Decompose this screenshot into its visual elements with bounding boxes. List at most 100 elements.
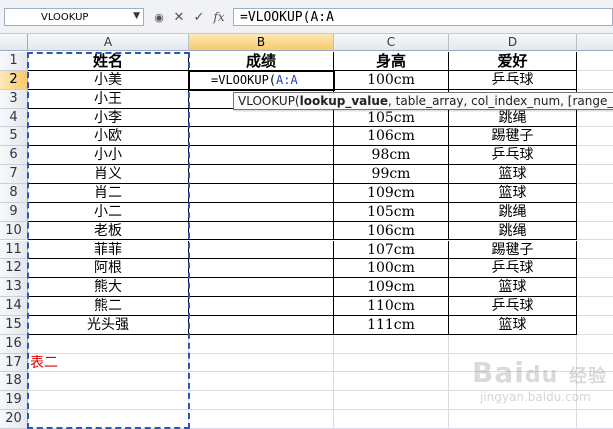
cell[interactable] [577, 184, 613, 203]
cell[interactable] [28, 391, 189, 411]
tooltip-current-arg[interactable]: lookup_value [300, 94, 388, 108]
height-cell[interactable]: 109cm [334, 278, 449, 298]
cell[interactable] [449, 410, 577, 429]
enter-icon[interactable]: ✓ [192, 10, 206, 25]
hobby-cell[interactable]: 跳绳 [449, 221, 577, 241]
height-cell[interactable]: 105cm [334, 108, 449, 128]
hobby-cell[interactable]: 跳绳 [449, 108, 577, 128]
cell[interactable] [189, 297, 334, 316]
name-box-dropdown-icon[interactable]: ▼ [133, 11, 140, 21]
name-cell[interactable]: 肖义 [28, 165, 189, 184]
dropdown-circle-icon[interactable]: ◉ [152, 11, 166, 24]
cell[interactable] [28, 334, 189, 354]
name-cell[interactable]: 小王 [28, 89, 189, 109]
header-cell-c[interactable]: 身高 [334, 52, 449, 71]
cell[interactable] [189, 221, 334, 241]
cell[interactable] [189, 108, 334, 128]
height-cell[interactable]: 105cm [334, 202, 449, 222]
row-header-5[interactable]: 5 [0, 127, 28, 147]
row-header-14[interactable]: 14 [0, 297, 28, 316]
name-cell[interactable]: 小二 [28, 202, 189, 222]
row-header-6[interactable]: 6 [0, 146, 28, 166]
cell[interactable] [189, 240, 334, 260]
height-cell[interactable]: 99cm [334, 165, 449, 184]
height-cell[interactable]: 106cm [334, 221, 449, 241]
cell[interactable] [189, 202, 334, 222]
hobby-cell[interactable]: 篮球 [449, 165, 577, 184]
cancel-icon[interactable]: ✕ [172, 10, 186, 25]
name-box[interactable]: VLOOKUP ▼ [4, 8, 144, 26]
cell[interactable] [577, 127, 613, 147]
row-header-9[interactable]: 9 [0, 202, 28, 222]
cell[interactable] [189, 165, 334, 184]
column-header-d[interactable]: D [449, 34, 577, 51]
height-cell[interactable]: 107cm [334, 240, 449, 260]
select-all-corner[interactable] [0, 34, 28, 51]
row-header-1[interactable]: 1 [0, 52, 28, 71]
height-cell[interactable]: 109cm [334, 183, 449, 203]
name-cell[interactable]: 熊二 [28, 297, 189, 316]
hobby-cell[interactable]: 乒乓球 [449, 70, 577, 90]
name-cell[interactable]: 小美 [28, 70, 189, 90]
header-cell-a[interactable]: 姓名 [28, 52, 189, 71]
name-cell[interactable]: 老板 [28, 221, 189, 241]
height-cell[interactable]: 110cm [334, 297, 449, 316]
column-header-e[interactable] [577, 34, 613, 51]
row-header-10[interactable]: 10 [0, 221, 28, 241]
row-header-12[interactable]: 12 [0, 259, 28, 279]
cell[interactable] [577, 335, 613, 354]
height-cell[interactable]: 106cm [334, 127, 449, 147]
cell[interactable] [189, 183, 334, 203]
column-header-a[interactable]: A [28, 34, 189, 51]
row-header-13[interactable]: 13 [0, 278, 28, 298]
name-cell[interactable]: 阿根 [28, 259, 189, 279]
hobby-cell[interactable]: 跳绳 [449, 202, 577, 222]
hobby-cell[interactable]: 踢毽子 [449, 127, 577, 147]
row-header-20[interactable]: 20 [0, 410, 28, 429]
cell[interactable] [577, 203, 613, 222]
cell[interactable] [577, 165, 613, 184]
height-cell[interactable]: 100cm [334, 70, 449, 90]
header-cell-b[interactable]: 成绩 [189, 52, 334, 71]
cell[interactable] [334, 334, 449, 354]
cell[interactable] [189, 259, 334, 279]
cell[interactable] [334, 410, 449, 429]
cell[interactable] [577, 146, 613, 166]
height-cell[interactable]: 98cm [334, 146, 449, 166]
hobby-cell[interactable]: 踢毽子 [449, 240, 577, 260]
cell[interactable] [28, 372, 189, 392]
header-cell-d[interactable]: 爱好 [449, 52, 577, 71]
name-cell[interactable]: 菲菲 [28, 240, 189, 260]
cell[interactable] [189, 353, 334, 373]
cell[interactable] [189, 391, 334, 411]
insert-function-icon[interactable]: fx [212, 10, 226, 24]
name-cell[interactable]: 小欧 [28, 127, 189, 147]
cell[interactable] [334, 372, 449, 392]
name-cell[interactable]: 小小 [28, 146, 189, 166]
column-header-b[interactable]: B [189, 34, 334, 51]
column-header-c[interactable]: C [334, 34, 449, 51]
cell[interactable] [577, 241, 613, 260]
hobby-cell[interactable]: 篮球 [449, 315, 577, 335]
row-header-16[interactable]: 16 [0, 334, 28, 354]
name-cell[interactable]: 小李 [28, 108, 189, 128]
hobby-cell[interactable]: 乒乓球 [449, 297, 577, 316]
hobby-cell[interactable]: 篮球 [449, 278, 577, 298]
name-cell[interactable]: 光头强 [28, 315, 189, 335]
row-header-18[interactable]: 18 [0, 372, 28, 392]
height-cell[interactable]: 100cm [334, 259, 449, 279]
cell[interactable] [577, 71, 613, 90]
cell[interactable] [189, 146, 334, 166]
cell[interactable] [577, 278, 613, 298]
cell[interactable] [189, 410, 334, 429]
cell[interactable] [577, 109, 613, 128]
height-cell[interactable]: 111cm [334, 315, 449, 335]
row-header-2[interactable]: 2 [0, 70, 28, 90]
hobby-cell[interactable]: 篮球 [449, 183, 577, 203]
editing-cell-b2[interactable]: =VLOOKUP(A:A [189, 70, 334, 90]
cell[interactable] [577, 222, 613, 241]
cell[interactable] [189, 334, 334, 354]
cell[interactable] [189, 372, 334, 392]
row-header-4[interactable]: 4 [0, 108, 28, 128]
cell[interactable] [577, 259, 613, 279]
